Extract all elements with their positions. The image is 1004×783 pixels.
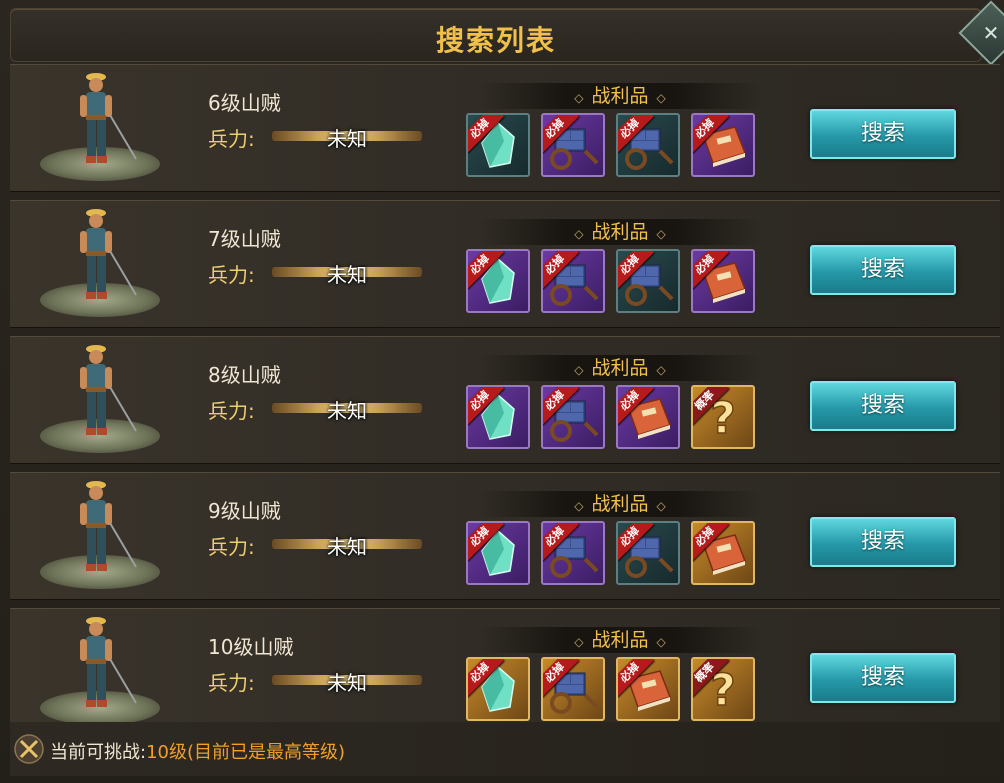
loot-item[interactable]: 必掉 [616,521,680,585]
search-button[interactable]: 搜索 [810,381,956,431]
search-list-panel: 搜索列表 ✕ 6级山贼 兵力: 未知 ◇ 战利品 ◇ 必掉 必掉 必掉 必掉 搜索 [0,0,1004,783]
diamond-icon: ◇ [574,91,584,105]
loot-header: ◇ 战利品 ◇ [480,83,760,109]
force-label: 兵力: [208,535,255,559]
loot-item[interactable]: 必掉 [466,385,530,449]
diamond-icon: ◇ [656,91,666,105]
force-label: 兵力: [208,127,255,151]
challenge-status: 当前可挑战:10级(目前已是最高等级) [50,738,345,764]
bandit-name: 7级山贼 [208,227,281,251]
diamond-icon: ◇ [656,635,666,649]
force-label: 兵力: [208,671,255,695]
force-value: 未知 [327,399,367,423]
force-label: 兵力: [208,399,255,423]
bandit-name: 8级山贼 [208,363,281,387]
loot-header: ◇ 战利品 ◇ [480,355,760,381]
loot-label: 战利品 [591,85,649,107]
loot-item[interactable]: 必掉 [616,657,680,721]
force-value: 未知 [327,263,367,287]
loot-label: 战利品 [591,357,649,379]
bandit-row: 6级山贼 兵力: 未知 ◇ 战利品 ◇ 必掉 必掉 必掉 必掉 搜索 [10,64,1000,192]
diamond-icon: ◇ [574,363,584,377]
bandit-row: 9级山贼 兵力: 未知 ◇ 战利品 ◇ 必掉 必掉 必掉 必掉 搜索 [10,472,1000,600]
bandit-avatar [40,203,160,323]
force-value: 未知 [327,671,367,695]
loot-label: 战利品 [591,493,649,515]
loot-label: 战利品 [591,629,649,651]
bandit-name: 9级山贼 [208,499,281,523]
bandit-avatar [40,339,160,459]
diamond-icon: ◇ [656,499,666,513]
loot-item[interactable]: ? 概率 [691,657,755,721]
title-bar: 搜索列表 [10,8,982,62]
loot-item[interactable]: 必掉 [466,521,530,585]
footer: 当前可挑战:10级(目前已是最高等级) [10,722,1000,776]
force-label: 兵力: [208,263,255,287]
loot-item[interactable]: ? 概率 [691,385,755,449]
bandit-avatar [40,611,160,731]
search-button[interactable]: 搜索 [810,109,956,159]
loot-item[interactable]: 必掉 [691,521,755,585]
crossed-swords-icon [14,734,44,764]
loot-item[interactable]: 必掉 [616,113,680,177]
close-icon: ✕ [982,21,1000,45]
loot-item[interactable]: 必掉 [466,249,530,313]
diamond-icon: ◇ [574,499,584,513]
diamond-icon: ◇ [574,227,584,241]
loot-item[interactable]: 必掉 [616,249,680,313]
challenge-level: 10级(目前已是最高等级) [146,742,346,763]
diamond-icon: ◇ [656,227,666,241]
bandit-name: 10级山贼 [208,635,294,659]
bandit-avatar [40,475,160,595]
loot-header: ◇ 战利品 ◇ [480,219,760,245]
loot-item[interactable]: 必掉 [541,521,605,585]
force-value: 未知 [327,535,367,559]
search-button[interactable]: 搜索 [810,653,956,703]
diamond-icon: ◇ [574,635,584,649]
loot-label: 战利品 [591,221,649,243]
loot-item[interactable]: 必掉 [616,385,680,449]
search-button[interactable]: 搜索 [810,517,956,567]
bandit-row: 10级山贼 兵力: 未知 ◇ 战利品 ◇ 必掉 必掉 必掉 ? 概率 搜索 [10,608,1000,736]
loot-header: ◇ 战利品 ◇ [480,627,760,653]
loot-item[interactable]: 必掉 [691,113,755,177]
search-button[interactable]: 搜索 [810,245,956,295]
loot-item[interactable]: 必掉 [541,249,605,313]
bandit-row: 7级山贼 兵力: 未知 ◇ 战利品 ◇ 必掉 必掉 必掉 必掉 搜索 [10,200,1000,328]
diamond-icon: ◇ [656,363,666,377]
loot-item[interactable]: 必掉 [541,385,605,449]
bandit-list: 6级山贼 兵力: 未知 ◇ 战利品 ◇ 必掉 必掉 必掉 必掉 搜索 7级山贼 兵力… [10,64,1000,744]
loot-header: ◇ 战利品 ◇ [480,491,760,517]
loot-item[interactable]: 必掉 [466,113,530,177]
panel-title: 搜索列表 [435,24,556,57]
bandit-row: 8级山贼 兵力: 未知 ◇ 战利品 ◇ 必掉 必掉 必掉 ? 概率 搜索 [10,336,1000,464]
challenge-label: 当前可挑战: [50,742,147,763]
loot-item[interactable]: 必掉 [691,249,755,313]
bandit-name: 6级山贼 [208,91,281,115]
bandit-avatar [40,67,160,187]
loot-item[interactable]: 必掉 [466,657,530,721]
loot-item[interactable]: 必掉 [541,113,605,177]
force-value: 未知 [327,127,367,151]
loot-item[interactable]: 必掉 [541,657,605,721]
